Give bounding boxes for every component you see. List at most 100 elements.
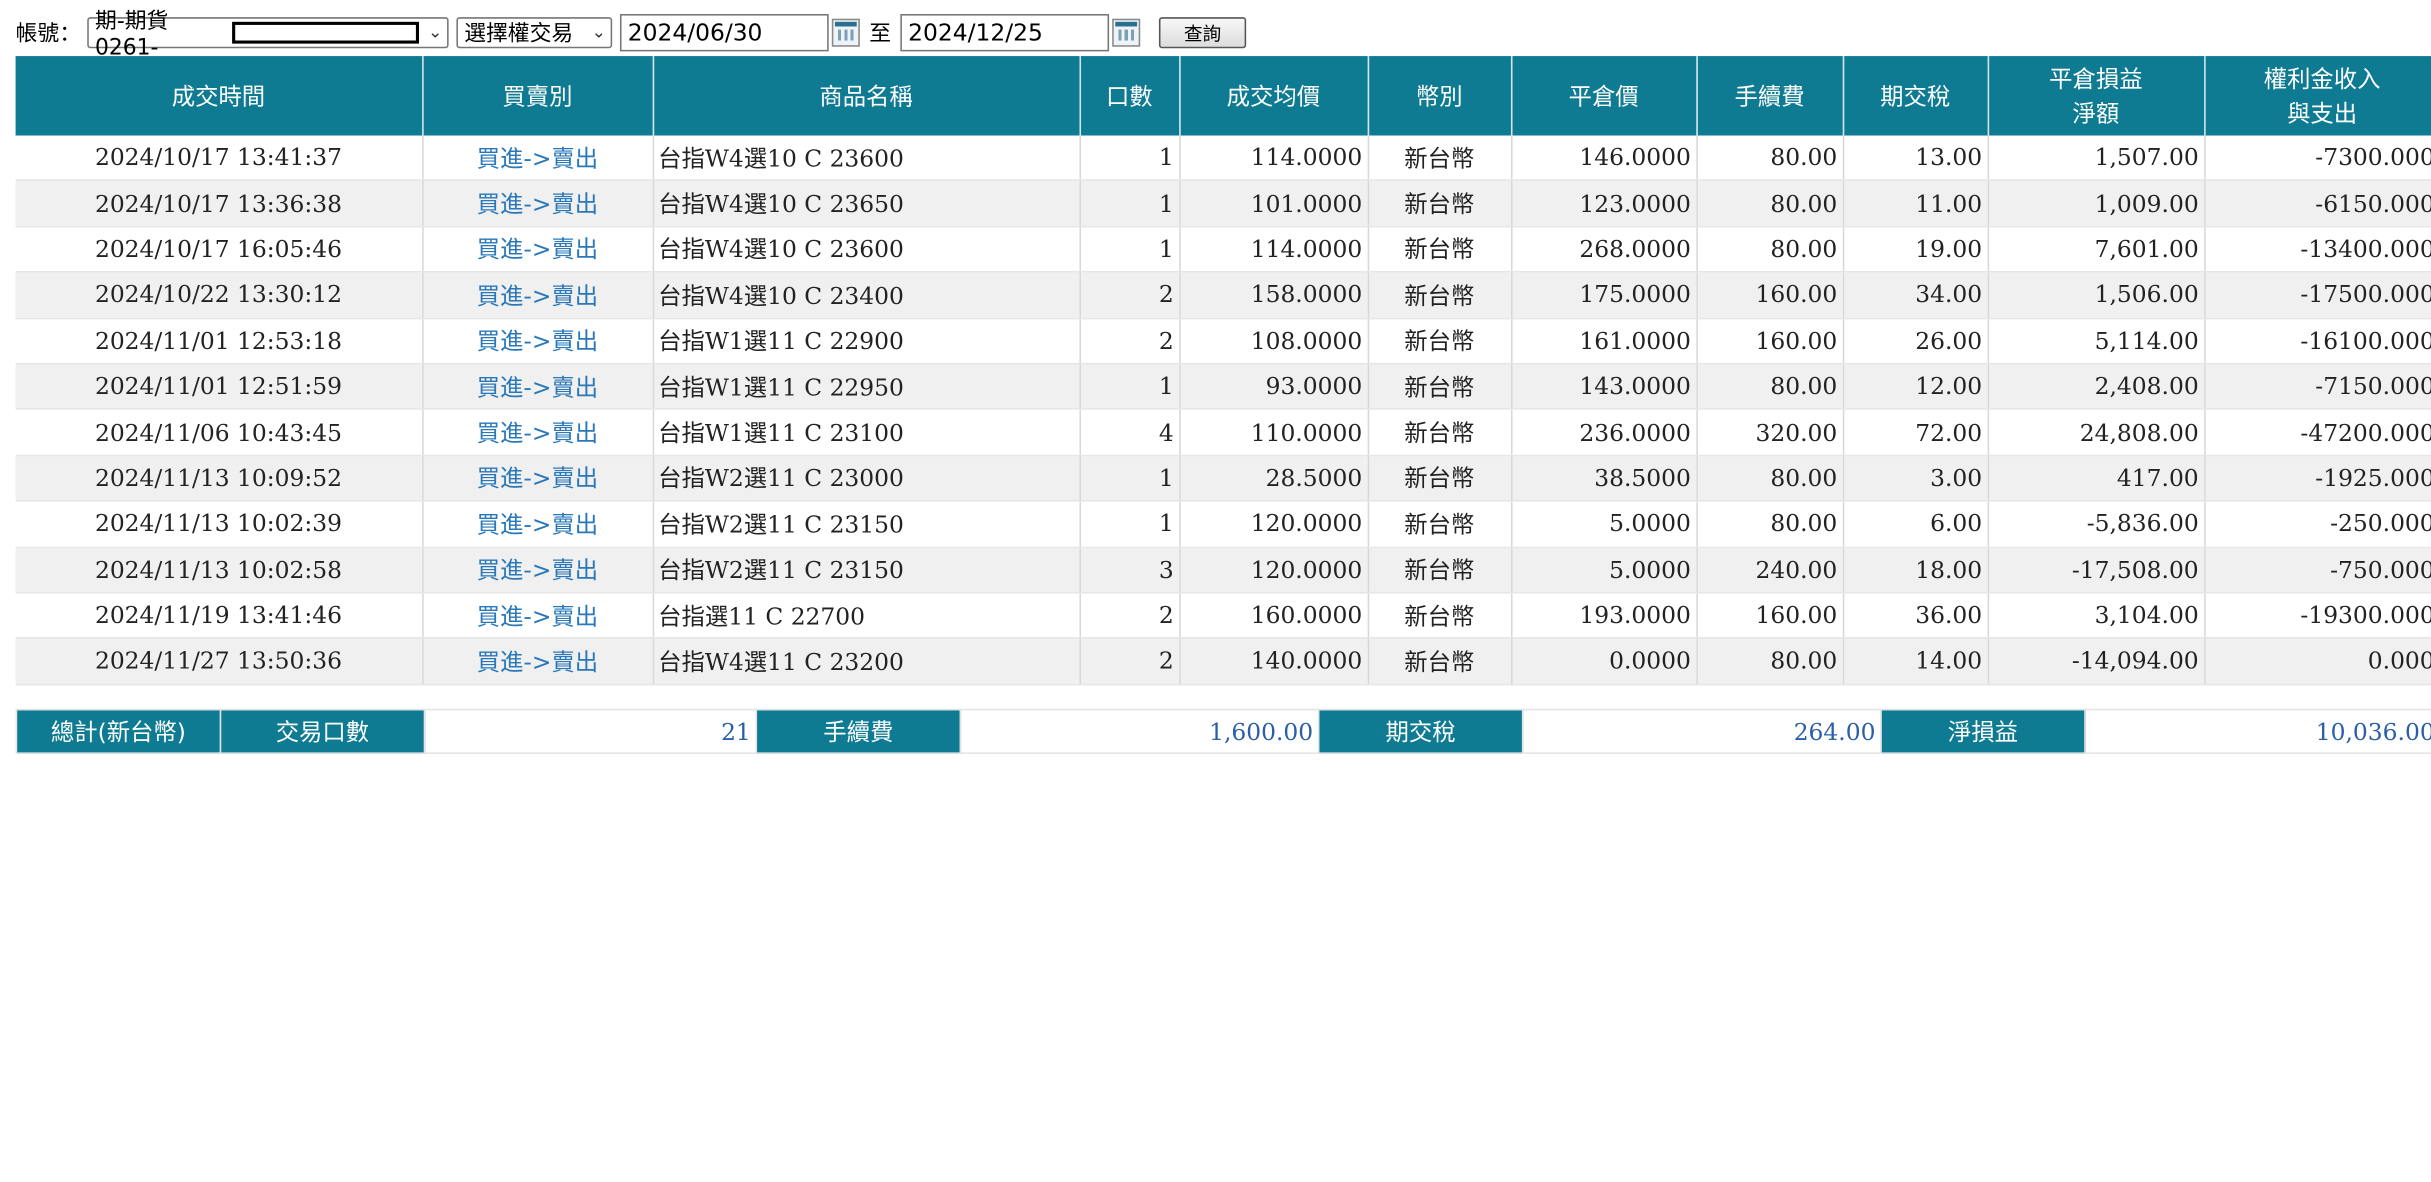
cell-currency: 新台幣 (1367, 409, 1512, 457)
cell-product: 台指W4選11 C 23200 (652, 638, 1081, 685)
table-row: 2024/11/13 10:02:58 買進->賣出 台指W2選11 C 23150… (15, 546, 2431, 594)
summary-net-label: 淨損益 (1880, 708, 2086, 754)
cell-fee: 160.00 (1696, 592, 1844, 640)
cell-tax: 6.00 (1842, 500, 1989, 548)
cell-side[interactable]: 買進->賣出 (422, 455, 654, 502)
cell-time: 2024/11/01 12:53:18 (15, 317, 423, 365)
cell-fee: 80.00 (1696, 363, 1844, 411)
cell-qty: 2 (1079, 592, 1180, 640)
cell-tax: 18.00 (1842, 546, 1989, 594)
header-fee: 手續費 (1696, 56, 1844, 136)
cell-fee: 80.00 (1696, 500, 1844, 548)
header-pnl-line2: 淨額 (2072, 98, 2120, 127)
cell-premium: -250.000 (2204, 500, 2431, 548)
cell-qty: 2 (1079, 638, 1180, 685)
trade-type-select[interactable]: 選擇權交易 ⌄ (456, 17, 613, 49)
filter-bar: 帳號： 期-期貨0261- ⌄ 選擇權交易 ⌄ 2024/06/30 至 202… (15, 9, 1247, 61)
cell-tax: 34.00 (1842, 272, 1989, 319)
cell-fee: 80.00 (1696, 135, 1844, 182)
cell-time: 2024/11/13 10:02:58 (15, 546, 423, 594)
cell-avg-price: 160.0000 (1179, 592, 1369, 640)
table-row: 2024/11/19 13:41:46 買進->賣出 台指選11 C 22700 2 1… (15, 592, 2431, 640)
cell-side[interactable]: 買進->賣出 (422, 180, 654, 228)
cell-side[interactable]: 買進->賣出 (422, 226, 654, 273)
table-row: 2024/11/13 10:09:52 買進->賣出 台指W2選11 C 23000… (15, 455, 2431, 502)
cell-pnl: 5,114.00 (1987, 317, 2205, 365)
cell-side[interactable]: 買進->賣出 (422, 363, 654, 411)
end-calendar-icon[interactable] (1112, 18, 1141, 47)
start-calendar-icon[interactable] (831, 18, 860, 47)
cell-tax: 12.00 (1842, 363, 1989, 411)
cell-premium: -19300.000 (2204, 592, 2431, 640)
cell-currency: 新台幣 (1367, 180, 1512, 228)
header-pnl-line1: 平倉損益 (2049, 64, 2143, 93)
page: 帳號： 期-期貨0261- ⌄ 選擇權交易 ⌄ 2024/06/30 至 202… (0, 0, 2431, 1182)
cell-pnl: 1,507.00 (1987, 135, 2205, 182)
cell-tax: 3.00 (1842, 455, 1989, 502)
cell-avg-price: 108.0000 (1179, 317, 1369, 365)
summary-fee-label: 手續費 (755, 708, 962, 754)
cell-premium: -750.000 (2204, 546, 2431, 594)
account-redaction (231, 21, 420, 44)
summary-tax-label: 期交稅 (1317, 708, 1524, 754)
cell-qty: 1 (1079, 455, 1180, 502)
cell-premium: -7300.000 (2204, 135, 2431, 182)
cell-qty: 1 (1079, 135, 1180, 182)
cell-qty: 1 (1079, 180, 1180, 228)
table-row: 2024/11/13 10:02:39 買進->賣出 台指W2選11 C 23150… (15, 500, 2431, 548)
cell-pnl: 2,408.00 (1987, 363, 2205, 411)
account-select[interactable]: 期-期貨0261- ⌄ (87, 9, 449, 61)
cell-side[interactable]: 買進->賣出 (422, 500, 654, 548)
cell-qty: 1 (1079, 500, 1180, 548)
cell-premium: -47200.000 (2204, 409, 2431, 457)
cell-time: 2024/10/17 13:36:38 (15, 180, 423, 228)
cell-product: 台指W2選11 C 23000 (652, 455, 1081, 502)
cell-time: 2024/10/22 13:30:12 (15, 272, 423, 319)
cell-close-price: 123.0000 (1510, 180, 1698, 228)
summary-qty-value: 21 (423, 708, 758, 754)
cell-fee: 80.00 (1696, 455, 1844, 502)
cell-close-price: 5.0000 (1510, 546, 1698, 594)
cell-close-price: 146.0000 (1510, 135, 1698, 182)
table-row: 2024/11/01 12:53:18 買進->賣出 台指W1選11 C 22900… (15, 317, 2431, 365)
cell-product: 台指W2選11 C 23150 (652, 546, 1081, 594)
cell-fee: 320.00 (1696, 409, 1844, 457)
cell-side[interactable]: 買進->賣出 (422, 135, 654, 182)
cell-avg-price: 110.0000 (1179, 409, 1369, 457)
cell-fee: 160.00 (1696, 317, 1844, 365)
cell-tax: 14.00 (1842, 638, 1989, 685)
start-date-input[interactable]: 2024/06/30 (619, 14, 829, 52)
table-row: 2024/10/17 16:05:46 買進->賣出 台指W4選10 C 23600… (15, 226, 2431, 273)
cell-close-price: 5.0000 (1510, 500, 1698, 548)
cell-qty: 2 (1079, 317, 1180, 365)
cell-premium: -17500.000 (2204, 272, 2431, 319)
cell-side[interactable]: 買進->賣出 (422, 592, 654, 640)
cell-product: 台指W1選11 C 22950 (652, 363, 1081, 411)
cell-avg-price: 101.0000 (1179, 180, 1369, 228)
cell-time: 2024/11/13 10:02:39 (15, 500, 423, 548)
query-button[interactable]: 查詢 (1158, 17, 1247, 49)
cell-side[interactable]: 買進->賣出 (422, 638, 654, 685)
summary-total-label: 總計(新台幣) (15, 708, 222, 754)
cell-pnl: -14,094.00 (1987, 638, 2205, 685)
table-header-row: 成交時間 買賣別 商品名稱 口數 成交均價 幣別 平倉價 手續費 期交稅 平倉損… (15, 56, 2431, 136)
cell-side[interactable]: 買進->賣出 (422, 272, 654, 319)
cell-time: 2024/11/13 10:09:52 (15, 455, 423, 502)
cell-side[interactable]: 買進->賣出 (422, 546, 654, 594)
cell-close-price: 38.5000 (1510, 455, 1698, 502)
cell-pnl: 1,506.00 (1987, 272, 2205, 319)
cell-tax: 19.00 (1842, 226, 1989, 273)
cell-avg-price: 114.0000 (1179, 226, 1369, 273)
end-date-input[interactable]: 2024/12/25 (900, 14, 1110, 52)
cell-qty: 2 (1079, 272, 1180, 319)
cell-time: 2024/10/17 16:05:46 (15, 226, 423, 273)
cell-premium: -13400.000 (2204, 226, 2431, 273)
header-premium-line2: 與支出 (2287, 98, 2358, 127)
cell-side[interactable]: 買進->賣出 (422, 317, 654, 365)
summary-row: 總計(新台幣) 交易口數 21 手續費 1,600.00 期交稅 264.00 … (15, 708, 2431, 754)
cell-fee: 80.00 (1696, 180, 1844, 228)
cell-side[interactable]: 買進->賣出 (422, 409, 654, 457)
account-label: 帳號： (15, 21, 82, 47)
summary-fee-value: 1,600.00 (959, 708, 1320, 754)
cell-product: 台指W4選10 C 23400 (652, 272, 1081, 319)
